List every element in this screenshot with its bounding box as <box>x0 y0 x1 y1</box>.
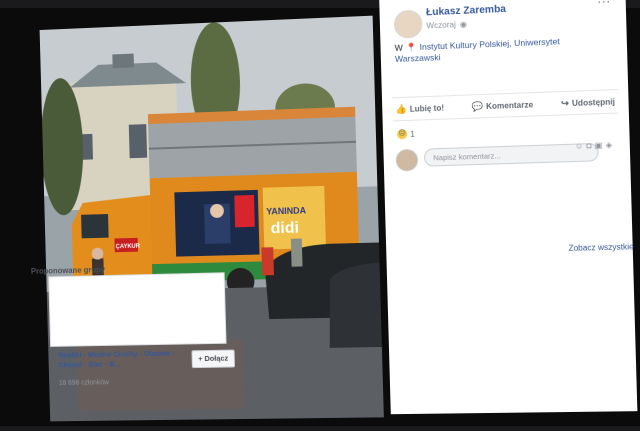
post-time: Wczoraj ◉ <box>426 20 467 31</box>
reaction-count: 1 <box>410 129 415 139</box>
see-all-link[interactable]: Zobacz wszystkie <box>568 242 634 253</box>
like-button[interactable]: 👍 Lubię to! <box>392 102 447 115</box>
sticker-icon[interactable]: ◈ <box>605 140 615 150</box>
post-time-text[interactable]: Wczoraj <box>426 20 456 30</box>
like-label: Lubię to! <box>409 102 445 114</box>
comment-label: Komentarze <box>485 99 534 111</box>
share-label: Udostępnij <box>571 96 616 108</box>
share-icon: ↪ <box>560 97 569 108</box>
location-pin-icon: 📍 <box>405 41 417 53</box>
comment-composer: Napisz komentarz... ☺◘▣◈ <box>395 140 622 172</box>
globe-icon: ◉ <box>459 19 468 30</box>
thumbs-up-icon: 👍 <box>395 103 407 114</box>
comment-icon: 💬 <box>471 100 484 112</box>
suggested-groups-title: Proponowane grupy <box>30 265 106 276</box>
group-member-count: 18 698 członków <box>58 379 110 387</box>
more-options-icon[interactable]: ... <box>597 0 611 6</box>
truck-brand-text: ÇAYKUR <box>116 244 141 251</box>
author-avatar[interactable] <box>393 9 423 39</box>
join-group-button[interactable]: + Dołącz <box>191 349 236 369</box>
author-name[interactable]: Łukasz Zaremba <box>426 4 506 19</box>
share-button[interactable]: ↪ Udostępnij <box>558 96 618 109</box>
truck-banner-text-1: YANINDA <box>266 205 307 216</box>
comment-tools: ☺◘▣◈ <box>575 140 616 151</box>
location-link[interactable]: Instytut Kultury Polskiej, Uniwersytet W… <box>395 36 560 64</box>
post-location: W 📍 Instytut Kultury Polskiej, Uniwersytet… <box>395 34 601 65</box>
reactions-summary[interactable]: ☹ 1 <box>396 128 415 140</box>
group-name-link[interactable]: Repliki - Modne Ciuchy - Obuwie - Chanel… <box>58 348 184 370</box>
post-side-panel: Łukasz Zaremba Wczoraj◉ ... W📍Instytut K… <box>379 0 638 415</box>
truck-banner-text-2: didi <box>270 219 299 237</box>
group-cover-image[interactable] <box>48 272 227 347</box>
comment-button[interactable]: 💬 Komentarze <box>468 99 536 113</box>
sad-reaction-icon: ☹ <box>396 128 408 140</box>
lightbox: YANINDA didi ÇAYKUR Łukasz Zaremba Wczor… <box>3 0 640 431</box>
location-prefix: W <box>394 42 403 53</box>
post-actions-bar: 👍 Lubię to! 💬 Komentarze ↪ Udostępnij <box>392 88 619 122</box>
gif-icon[interactable]: ▣ <box>594 141 605 151</box>
viewer-avatar <box>395 148 419 172</box>
comment-input[interactable]: Napisz komentarz... <box>423 142 599 167</box>
emoji-icon[interactable]: ☺ <box>575 141 587 151</box>
